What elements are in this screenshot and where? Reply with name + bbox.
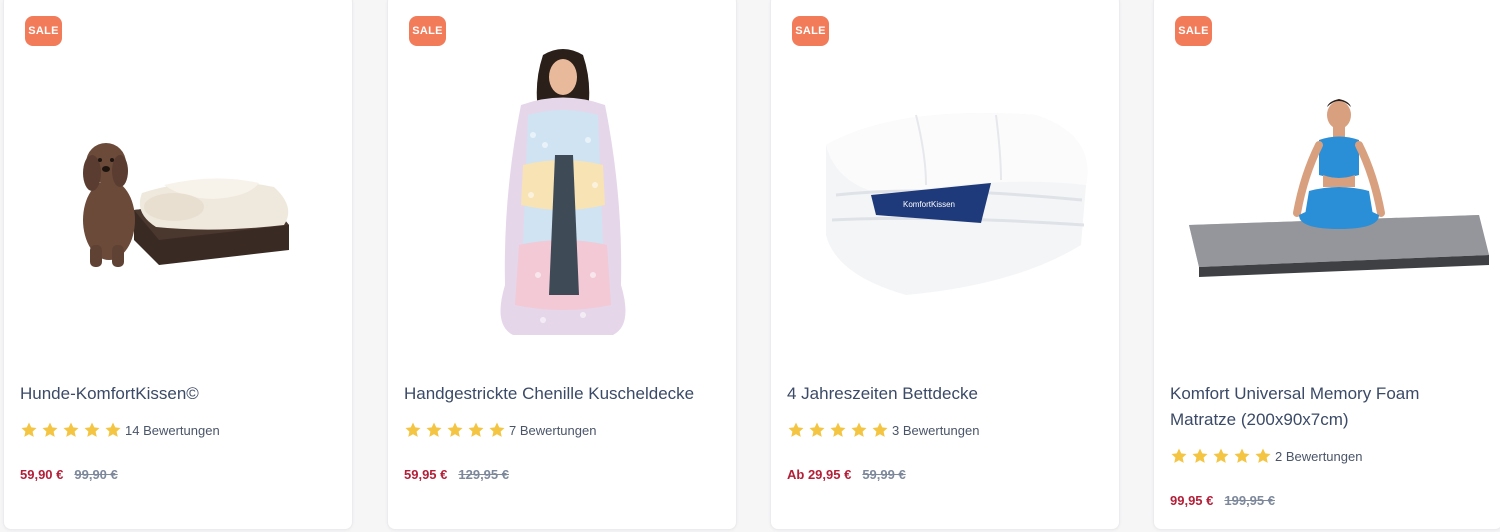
star-rating bbox=[787, 421, 889, 439]
star-rating bbox=[20, 421, 122, 439]
product-title[interactable]: Komfort Universal Memory Foam Matratze (… bbox=[1170, 381, 1490, 433]
product-rating: 3 Bewertungen bbox=[787, 421, 979, 439]
product-image[interactable] bbox=[1154, 35, 1500, 355]
star-icon bbox=[63, 422, 79, 437]
blanket-model-illustration bbox=[500, 49, 626, 335]
product-card[interactable]: SALE Handgestrickte Chenille Kuscheldeck… bbox=[387, 0, 737, 530]
star-icon bbox=[105, 422, 121, 437]
original-price: 129,95 € bbox=[458, 467, 509, 482]
product-grid: SALE Hunde-KomfortKissen© 14 Bewertungen… bbox=[0, 0, 1500, 532]
star-icon bbox=[872, 422, 888, 437]
star-icon bbox=[1213, 448, 1229, 463]
star-rating bbox=[1170, 447, 1272, 465]
star-icon bbox=[468, 422, 484, 437]
review-count[interactable]: 7 Bewertungen bbox=[509, 423, 596, 438]
star-icon bbox=[405, 422, 421, 437]
mattress-model-illustration bbox=[1189, 99, 1489, 277]
star-icon bbox=[489, 422, 505, 437]
original-price: 199,95 € bbox=[1224, 493, 1275, 508]
product-image[interactable] bbox=[388, 35, 736, 355]
star-icon bbox=[1192, 448, 1208, 463]
star-icon bbox=[809, 422, 825, 437]
star-icon bbox=[426, 422, 442, 437]
price-block: 59,95 € 129,95 € bbox=[404, 467, 509, 482]
star-icon bbox=[1234, 448, 1250, 463]
product-rating: 14 Bewertungen bbox=[20, 421, 220, 439]
product-card[interactable]: SALE KomfortKissen 4 Jahreszeiten Bettde… bbox=[770, 0, 1120, 530]
star-rating bbox=[404, 421, 506, 439]
star-icon bbox=[447, 422, 463, 437]
price-block: 99,95 € 199,95 € bbox=[1170, 493, 1275, 508]
original-price: 59,99 € bbox=[862, 467, 906, 482]
product-title[interactable]: 4 Jahreszeiten Bettdecke bbox=[787, 381, 1107, 407]
product-image[interactable] bbox=[4, 35, 352, 355]
dog-bed-illustration bbox=[83, 143, 289, 267]
star-icon bbox=[84, 422, 100, 437]
product-title[interactable]: Handgestrickte Chenille Kuscheldecke bbox=[404, 381, 724, 407]
product-rating: 2 Bewertungen bbox=[1170, 447, 1362, 465]
star-icon bbox=[1171, 448, 1187, 463]
product-rating: 7 Bewertungen bbox=[404, 421, 596, 439]
original-price: 99,90 € bbox=[74, 467, 118, 482]
sale-price: 99,95 € bbox=[1170, 493, 1214, 508]
sale-price: 59,95 € bbox=[404, 467, 448, 482]
review-count[interactable]: 2 Bewertungen bbox=[1275, 449, 1362, 464]
review-count[interactable]: 14 Bewertungen bbox=[125, 423, 220, 438]
star-icon bbox=[788, 422, 804, 437]
product-card[interactable]: SALE Hunde-KomfortKissen© 14 Bewertungen… bbox=[3, 0, 353, 530]
product-title[interactable]: Hunde-KomfortKissen© bbox=[20, 381, 340, 407]
sale-price: Ab 29,95 € bbox=[787, 467, 852, 482]
review-count[interactable]: 3 Bewertungen bbox=[892, 423, 979, 438]
star-icon bbox=[851, 422, 867, 437]
price-block: Ab 29,95 € 59,99 € bbox=[787, 467, 906, 482]
star-icon bbox=[1255, 448, 1271, 463]
star-icon bbox=[21, 422, 37, 437]
brand-label: KomfortKissen bbox=[903, 200, 955, 209]
product-image[interactable]: KomfortKissen bbox=[771, 35, 1119, 355]
star-icon bbox=[42, 422, 58, 437]
price-block: 59,90 € 99,90 € bbox=[20, 467, 118, 482]
duvet-illustration: KomfortKissen bbox=[826, 113, 1088, 295]
star-icon bbox=[830, 422, 846, 437]
product-card[interactable]: SALE Komfort Universal Memory Foam Matra… bbox=[1153, 0, 1500, 530]
sale-price: 59,90 € bbox=[20, 467, 64, 482]
